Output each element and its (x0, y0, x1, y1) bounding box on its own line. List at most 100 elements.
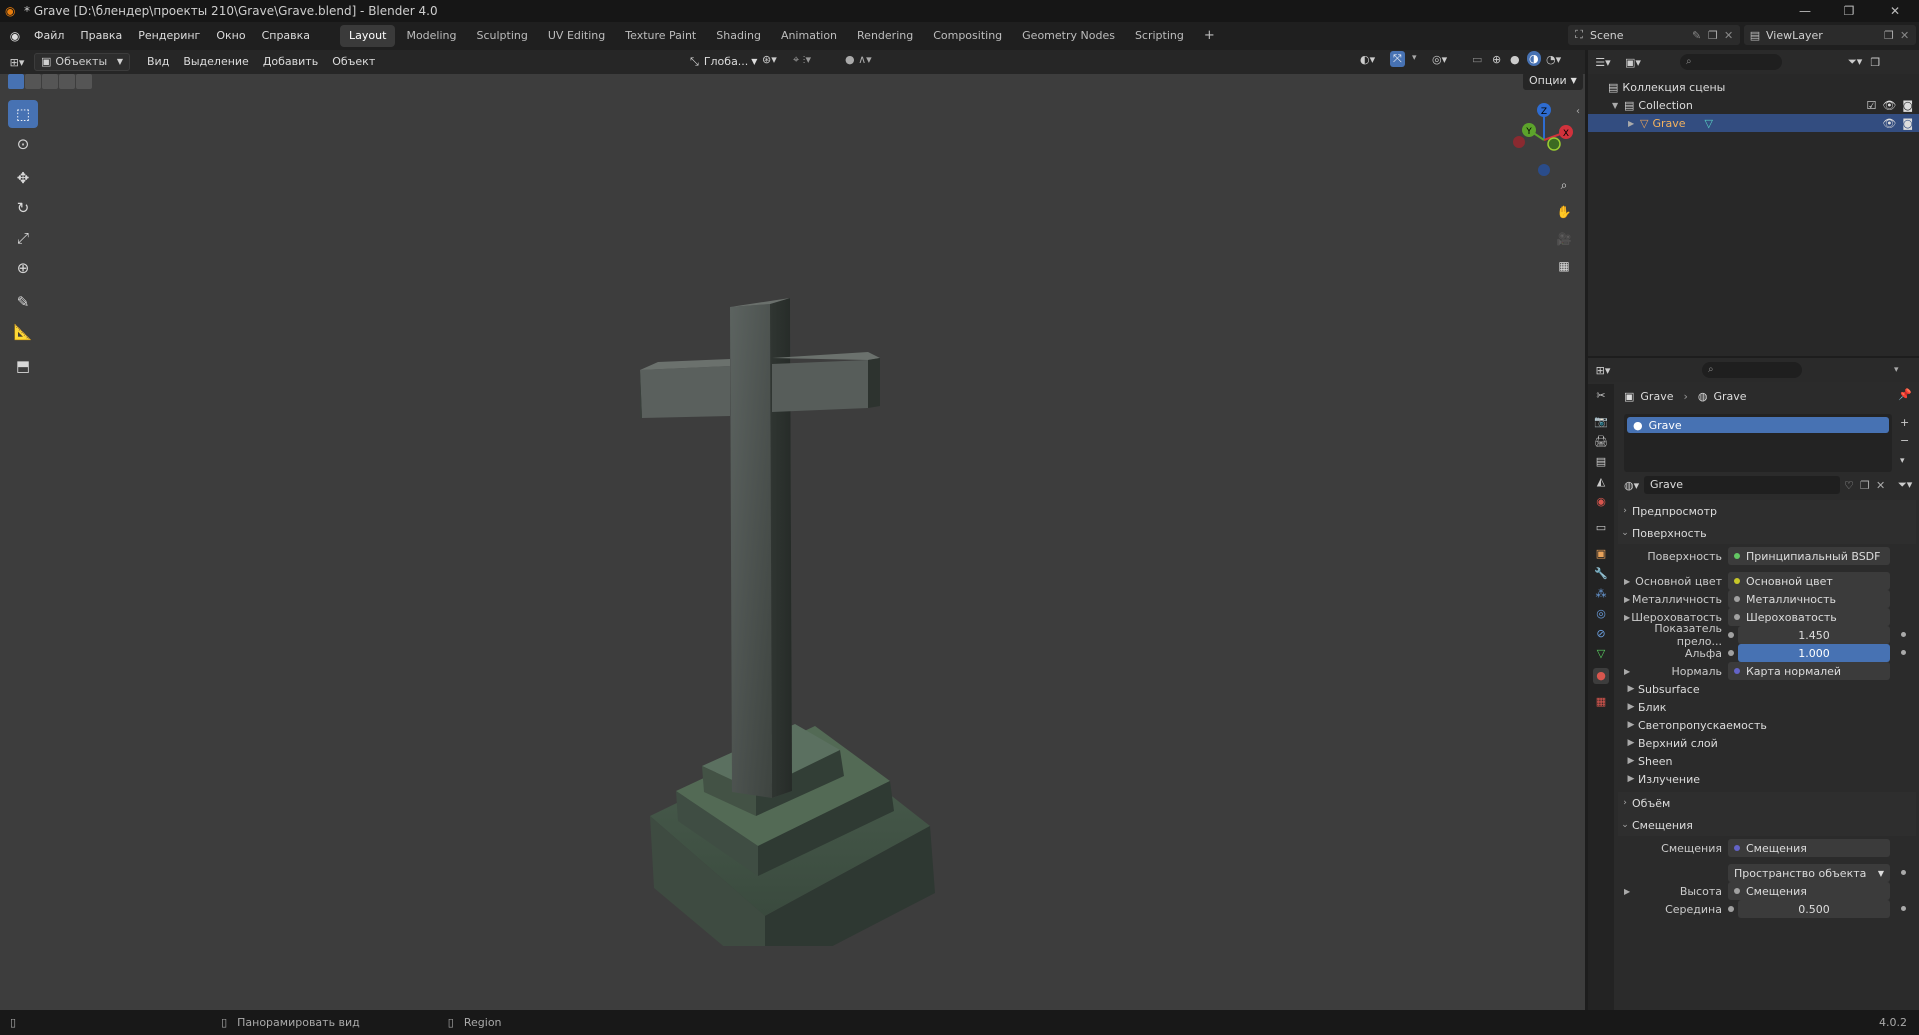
eye-icon[interactable]: 👁 (1882, 117, 1896, 130)
add-slot-icon[interactable]: + (1900, 416, 1909, 429)
subpanel-coat[interactable]: ▶ Верхний слой (1618, 733, 1916, 753)
menu-object[interactable]: Объект (325, 51, 382, 73)
mesh-data-icon[interactable]: ▽ (1704, 117, 1882, 130)
tab-shading[interactable]: Shading (707, 25, 770, 47)
select-extend-icon[interactable] (25, 74, 41, 89)
proportional-edit-icon[interactable]: ● ∧▾ (845, 53, 872, 66)
outliner-row-grave[interactable]: ▶ ▽ Grave ▽ 👁 ◙ (1588, 114, 1919, 132)
world-tab-icon[interactable]: ◉ (1593, 494, 1609, 510)
expand-arrow-icon[interactable]: ▶ (1624, 595, 1630, 604)
expand-arrow-icon[interactable]: ▶ (1628, 119, 1640, 128)
editor-type-icon[interactable]: ⊞▾ (0, 56, 34, 69)
scene-tab-icon[interactable]: ◭ (1593, 474, 1609, 490)
collection-tab-icon[interactable]: ▭ (1593, 520, 1609, 536)
expand-arrow-icon[interactable]: ▶ (1624, 887, 1630, 896)
panel-preview[interactable]: › Предпросмотр (1618, 500, 1916, 522)
visibility-icon[interactable]: ◐▾ (1360, 53, 1375, 66)
maximize-icon[interactable]: ❐ (1840, 2, 1858, 20)
tab-layout[interactable]: Layout (340, 25, 396, 47)
pin-icon[interactable]: 📌 (1898, 388, 1912, 401)
pivot-icon[interactable]: ⊛▾ (762, 53, 777, 66)
navigation-gizmo[interactable]: Z X Y (1504, 100, 1584, 180)
chevron-down-icon[interactable]: ▾ (1900, 456, 1905, 466)
menu-file[interactable]: Файл (26, 23, 72, 49)
scene-selector[interactable]: ⛶ Scene ✎ ❐ ✕ (1568, 25, 1740, 45)
metallic-field[interactable]: Металличность (1728, 590, 1890, 608)
properties-editor-icon[interactable]: ⊞▾ (1588, 364, 1618, 377)
tab-uv-editing[interactable]: UV Editing (539, 25, 614, 47)
checkbox-icon[interactable]: ☑ (1866, 99, 1876, 112)
subpanel-specular[interactable]: ▶ Блик (1618, 697, 1916, 717)
xray-icon[interactable]: ▭ (1472, 53, 1482, 66)
tab-animation[interactable]: Animation (772, 25, 846, 47)
material-name-field[interactable]: Grave (1644, 476, 1840, 494)
render-tab-icon[interactable]: 📷 (1593, 414, 1609, 430)
outliner-search-input[interactable]: ⌕ (1680, 54, 1782, 70)
particles-tab-icon[interactable]: ⁂ (1593, 586, 1609, 602)
tab-texture-paint[interactable]: Texture Paint (616, 25, 705, 47)
menu-view[interactable]: Вид (140, 51, 176, 73)
solid-shading-icon[interactable]: ● (1510, 53, 1520, 66)
tab-sculpting[interactable]: Sculpting (468, 25, 537, 47)
outliner-row-collection[interactable]: ▼ ▤ Collection ☑ 👁 ◙ (1588, 96, 1919, 114)
alpha-field[interactable]: 1.000 (1738, 644, 1906, 662)
select-box-tool-icon[interactable]: ⬚ (8, 100, 38, 128)
add-workspace-icon[interactable]: + (1195, 25, 1224, 47)
duplicate-material-icon[interactable]: ❐ (1860, 479, 1876, 492)
chevron-down-icon[interactable]: ▾ (1894, 365, 1899, 375)
filter-icon[interactable]: ⏷▾ (1848, 55, 1862, 69)
material-tab-icon[interactable]: ● (1593, 668, 1609, 684)
expand-arrow-icon[interactable]: ▶ (1624, 667, 1630, 676)
material-slot-item[interactable]: ● Grave (1627, 417, 1889, 433)
menu-help[interactable]: Справка (254, 23, 318, 49)
new-view-layer-icon[interactable]: ❐ (1884, 29, 1900, 42)
unlink-material-icon[interactable]: ✕ (1876, 479, 1892, 492)
tab-compositing[interactable]: Compositing (924, 25, 1011, 47)
height-field[interactable]: Смещения (1728, 882, 1890, 900)
close-icon[interactable]: ✕ (1886, 2, 1904, 20)
camera-icon[interactable]: ◙ (1902, 99, 1913, 112)
options-dropdown[interactable]: Опции ▼ (1523, 72, 1583, 90)
tab-geometry-nodes[interactable]: Geometry Nodes (1013, 25, 1124, 47)
outliner-editor-icon[interactable]: ☰▾ (1588, 56, 1618, 69)
base-color-field[interactable]: Основной цвет (1728, 572, 1890, 590)
menu-window[interactable]: Окно (208, 23, 253, 49)
display-mode-icon[interactable]: ▣▾ (1618, 56, 1648, 69)
panel-displacement[interactable]: ⌄ Смещения (1618, 814, 1916, 836)
data-tab-icon[interactable]: ▽ (1593, 646, 1609, 662)
select-intersect-icon[interactable] (76, 74, 92, 89)
select-new-icon[interactable] (8, 74, 24, 89)
modifier-tab-icon[interactable]: 🔧 (1593, 566, 1609, 582)
fake-user-icon[interactable]: ♡ (1844, 479, 1860, 492)
menu-render[interactable]: Рендеринг (130, 23, 208, 49)
object-tab-icon[interactable]: ▣ (1593, 546, 1609, 562)
subpanel-emission[interactable]: ▶ Излучение (1618, 769, 1916, 789)
subpanel-sheen[interactable]: ▶ Sheen (1618, 751, 1916, 771)
expand-arrow-icon[interactable]: ▶ (1624, 577, 1630, 586)
pin-icon[interactable]: ✎ (1692, 29, 1708, 42)
ior-field[interactable]: 1.450 (1738, 626, 1906, 644)
panel-surface[interactable]: ⌄ Поверхность (1618, 522, 1916, 544)
tool-tab-icon[interactable]: ✂ (1593, 388, 1609, 404)
displacement-field[interactable]: Смещения (1728, 839, 1890, 857)
roughness-field[interactable]: Шероховатость (1728, 608, 1890, 626)
grid-icon[interactable]: ▦ (1553, 255, 1575, 277)
select-invert-icon[interactable] (59, 74, 75, 89)
material-browse-icon[interactable]: ◍▾ (1624, 479, 1644, 492)
overlay-icon[interactable]: ◎▾ (1432, 53, 1447, 66)
transform-tool-icon[interactable]: ⊕ (8, 254, 38, 282)
mode-selector[interactable]: ▣ Объекты ▼ (34, 53, 130, 71)
tab-modeling[interactable]: Modeling (397, 25, 465, 47)
normal-field[interactable]: Карта нормалей (1728, 662, 1890, 680)
select-subtract-icon[interactable] (42, 74, 58, 89)
expand-arrow-icon[interactable]: ▶ (1624, 613, 1630, 622)
sidebar-toggle-icon[interactable]: ‹ (1576, 106, 1580, 117)
gizmo-icon[interactable]: ⤧ (1390, 51, 1405, 67)
snap-icon[interactable]: ⌖ ⫶▾ (793, 53, 811, 67)
scale-tool-icon[interactable]: ⤢ (8, 224, 38, 252)
blender-menu-icon[interactable]: ◉ (4, 29, 26, 43)
panel-volume[interactable]: › Объём (1618, 792, 1916, 814)
orientation-selector[interactable]: ⤡ Глоба... ▼ (683, 51, 764, 73)
3d-viewport[interactable]: Опции ▼ ⬚ ⊙ ✥ ↻ ⤢ ⊕ ✎ 📐 ⬒ Z X Y ⌕ ✋ 🎥 ▦ … (0, 72, 1585, 1010)
camera-icon[interactable]: 🎥 (1553, 228, 1575, 250)
